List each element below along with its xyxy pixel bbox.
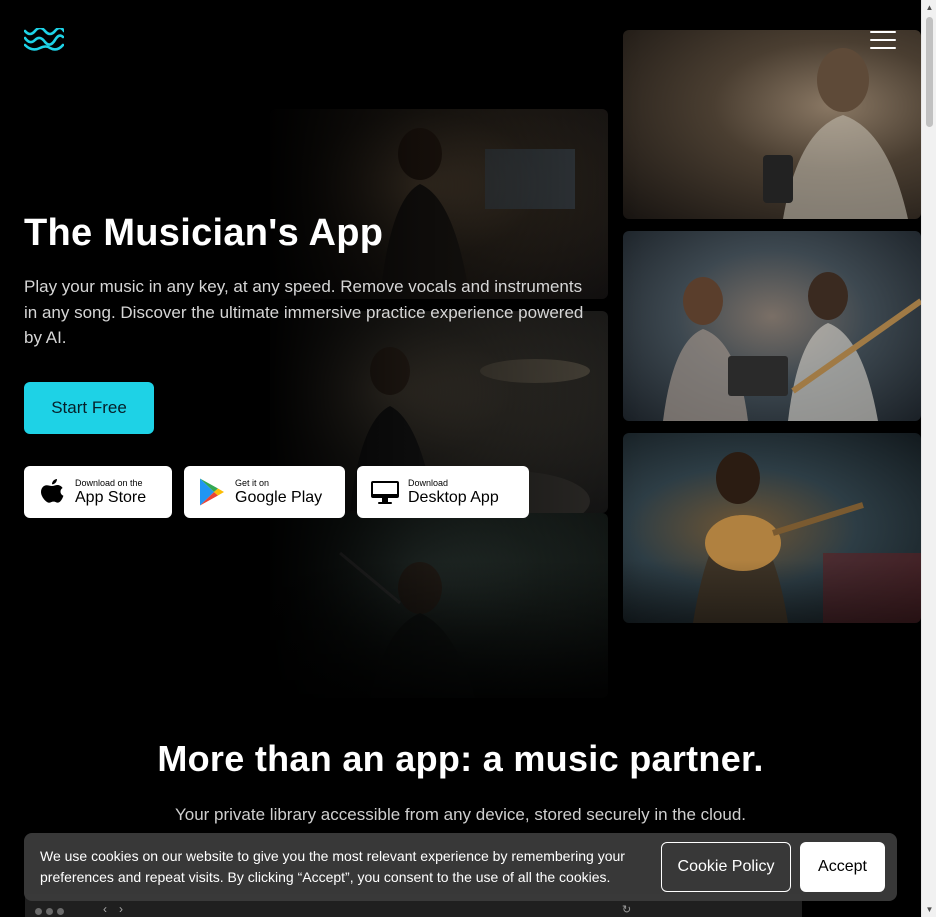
scrollbar-thumb[interactable] xyxy=(926,17,933,127)
window-controls xyxy=(35,908,64,915)
section-subtitle: Your private library accessible from any… xyxy=(174,805,747,824)
google-play-icon xyxy=(196,477,228,507)
app-store-label: App Store xyxy=(75,488,147,506)
hero-bottom-fade xyxy=(0,560,921,720)
desktop-app-small-label: Download xyxy=(408,477,449,488)
start-free-button[interactable]: Start Free xyxy=(24,382,154,434)
reload-icon: ↻ xyxy=(622,904,632,916)
scroll-up-icon[interactable]: ▲ xyxy=(922,0,936,15)
cookie-policy-button[interactable]: Cookie Policy xyxy=(661,842,791,892)
cookie-text: We use cookies on our website to give yo… xyxy=(40,848,625,885)
accept-cookies-button[interactable]: Accept xyxy=(800,842,885,892)
google-play-label: Google Play xyxy=(235,488,323,506)
vertical-scrollbar[interactable]: ▲ ▼ xyxy=(921,0,936,917)
hero-subtitle: Play your music in any key, at any speed… xyxy=(24,277,584,347)
page: The Musician's App Play your music in an… xyxy=(0,0,921,917)
section-title: More than an app: a music partner. xyxy=(157,738,764,779)
desktop-app-button[interactable]: Download Desktop App xyxy=(357,466,529,518)
google-play-button[interactable]: Get it on Google Play xyxy=(184,466,345,518)
app-store-button[interactable]: Download on the App Store xyxy=(24,466,172,518)
nav-arrows-icon: ‹› xyxy=(103,902,135,916)
wave-logo-icon[interactable] xyxy=(23,26,66,52)
app-store-small-label: Download on the xyxy=(75,477,143,488)
hero-title: The Musician's App xyxy=(24,212,384,254)
desktop-app-label: Desktop App xyxy=(408,488,499,506)
cookie-banner: We use cookies on our website to give yo… xyxy=(24,833,897,901)
hamburger-menu-icon[interactable] xyxy=(868,28,898,52)
desktop-monitor-icon xyxy=(369,477,401,507)
apple-icon xyxy=(36,477,68,507)
scroll-down-icon[interactable]: ▼ xyxy=(922,902,936,917)
google-play-small-label: Get it on xyxy=(235,477,270,488)
